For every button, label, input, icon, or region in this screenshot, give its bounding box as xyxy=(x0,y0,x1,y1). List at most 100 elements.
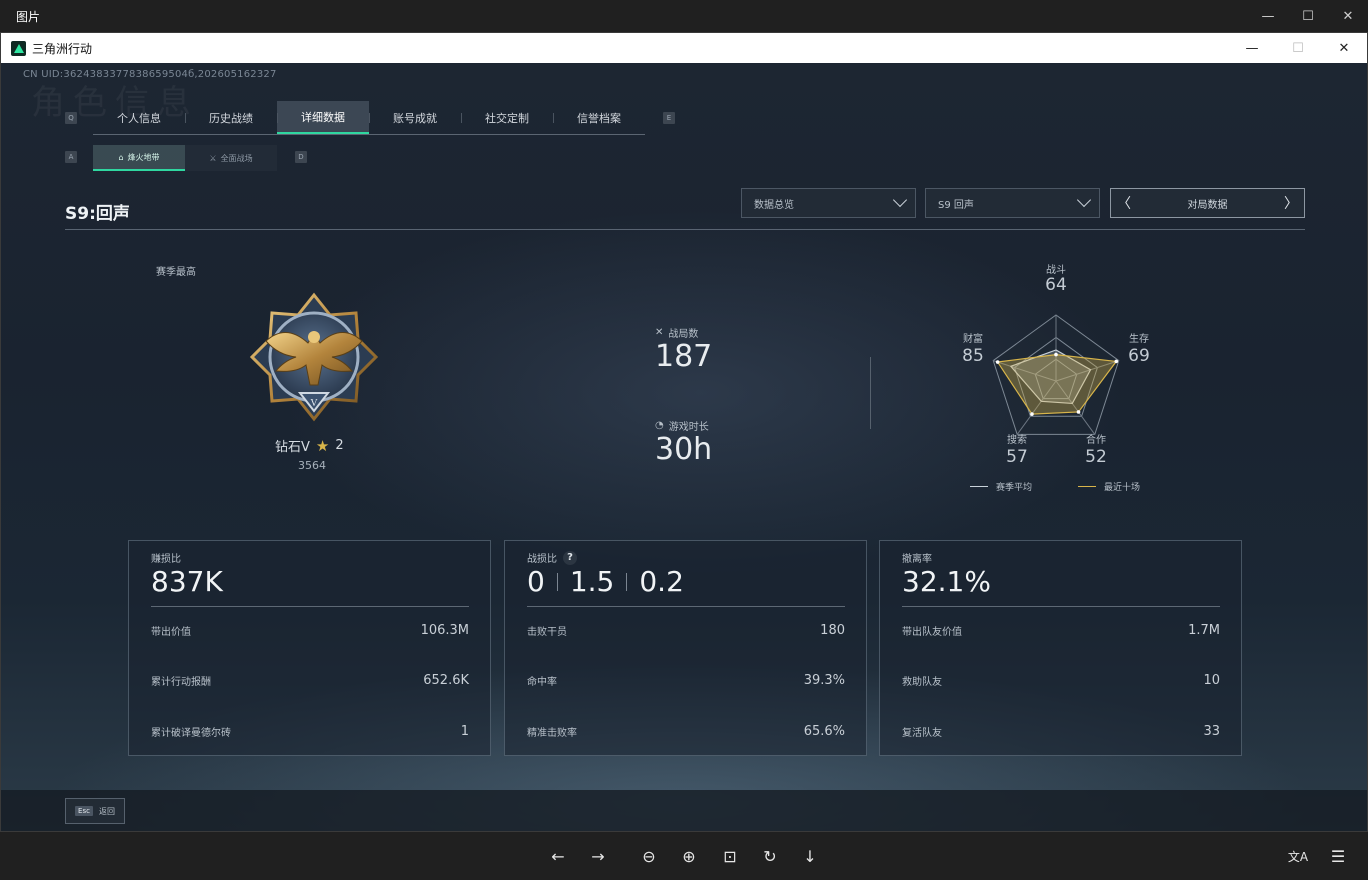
season-title: S9:回声 xyxy=(65,204,130,224)
viewer-maximize-button[interactable]: ☐ xyxy=(1288,0,1328,32)
svg-text:V: V xyxy=(310,398,318,409)
subtab-next-key-hint[interactable]: D xyxy=(295,151,307,163)
subtab-prev-key-hint[interactable]: A xyxy=(65,151,77,163)
card-row-label: 累计破译曼德尔砖 xyxy=(151,728,231,739)
viewer-window-controls: — ☐ ✕ xyxy=(1248,0,1368,32)
viewer-close-button[interactable]: ✕ xyxy=(1328,0,1368,32)
download-icon[interactable]: ↓ xyxy=(798,844,822,868)
map-icon: ⌂ xyxy=(118,152,124,162)
tab-2[interactable]: 详细数据 xyxy=(277,101,369,134)
rotate-icon[interactable]: ↻ xyxy=(758,844,782,868)
card-big-value: 32.1% xyxy=(902,565,991,598)
subtab-0[interactable]: ⌂ 烽火地带 xyxy=(93,145,185,171)
tab-1[interactable]: 历史战绩 xyxy=(185,101,277,134)
radar-point xyxy=(1030,412,1034,416)
card-row: 复活队友 33 xyxy=(902,724,1220,739)
previous-arrow-icon[interactable]: ← xyxy=(546,844,570,868)
radar-value-wealth: 85 xyxy=(962,346,984,366)
stat-card: 战损比? 0 1.5 0.2 击败干员 180 命中率 39.3% 精准击败率 65.6% xyxy=(504,540,867,756)
viewer-toolbar: ← → ⊖ ⊕ ⊡ ↻ ↓ 文A ☰ xyxy=(0,832,1368,880)
card-main-value: 837K xyxy=(151,565,223,598)
rank-name: 钻石V ★ 2 xyxy=(275,436,344,456)
battlefield-icon: ⚔ xyxy=(209,153,217,163)
zoom-out-icon[interactable]: ⊖ xyxy=(637,844,661,868)
card-row: 击败干员 180 xyxy=(527,623,845,638)
card-row-label: 击败干员 xyxy=(527,627,567,638)
app-close-button[interactable]: ✕ xyxy=(1321,33,1367,63)
card-row: 救助队友 10 xyxy=(902,673,1220,688)
legend-label: 赛季平均 xyxy=(996,483,1033,493)
viewer-minimize-button[interactable]: — xyxy=(1248,0,1288,32)
rank-score: 3564 xyxy=(298,459,326,472)
app-window-controls: — ☐ ✕ xyxy=(1229,33,1367,63)
subtab-label: 全面战场 xyxy=(220,153,253,163)
card-row-value: 1.7M xyxy=(1188,623,1220,638)
card-row-label: 累计行动报酬 xyxy=(151,677,211,688)
translate-icon[interactable]: 文A xyxy=(1286,844,1310,868)
radar-label-teamwork: 合作 xyxy=(1086,435,1106,446)
tab-3[interactable]: 账号成就 xyxy=(369,101,461,134)
app-window: 三角洲行动 — ☐ ✕ 角色信息 CN UID:3624383377838659… xyxy=(0,32,1368,832)
tab-0[interactable]: 个人信息 xyxy=(93,101,185,134)
chevron-left-icon[interactable]: 〈 xyxy=(1113,189,1135,217)
matches-stat: ✕ 战局数 187 xyxy=(655,325,712,374)
app-logo-icon xyxy=(11,40,26,56)
radar-point xyxy=(1076,410,1081,414)
card-title-label: 赚损比 xyxy=(151,554,181,565)
help-icon[interactable]: ? xyxy=(563,550,577,565)
chevron-right-icon[interactable]: 〉 xyxy=(1280,189,1302,217)
text-recognition-icon[interactable]: ☰ xyxy=(1326,844,1350,868)
tab-next-key-hint[interactable]: E xyxy=(663,112,675,124)
card-big-value: 0 xyxy=(527,565,545,598)
card-divider xyxy=(527,606,845,607)
back-label: 返回 xyxy=(98,806,115,816)
card-big-value: 1.5 xyxy=(569,565,615,598)
card-big-value: 0.2 xyxy=(639,565,684,598)
season-divider xyxy=(65,229,1305,230)
card-row-label: 命中率 xyxy=(527,677,557,688)
next-arrow-icon[interactable]: → xyxy=(586,844,610,868)
rank-badge-icon: V xyxy=(249,292,379,422)
radar-value-survival: 69 xyxy=(1128,346,1150,366)
data-overview-dropdown[interactable]: 数据总览 xyxy=(741,188,916,218)
legend-swatch xyxy=(970,486,988,487)
tab-4[interactable]: 社交定制 xyxy=(461,101,553,134)
esc-key-hint: Esc xyxy=(75,806,93,816)
playtime-value: 30h xyxy=(655,432,713,467)
card-title-label: 撤离率 xyxy=(902,554,932,565)
legend-swatch xyxy=(1078,486,1096,487)
tab-prev-key-hint[interactable]: Q xyxy=(65,112,77,124)
playtime-label: 游戏时长 xyxy=(668,422,709,433)
season-dropdown[interactable]: S9 回声 xyxy=(925,188,1100,218)
data-overview-dropdown-value: 数据总览 xyxy=(754,199,794,211)
card-row-label: 复活队友 xyxy=(902,728,942,739)
game-screen: 角色信息 CN UID:3624383377838659504б,2026051… xyxy=(1,63,1367,831)
legend-season-average: 赛季平均 xyxy=(970,480,1032,493)
stat-card: 赚损比 837K 带出价值 106.3M 累计行动报酬 652.6K 累计破译曼德尔砖 1 xyxy=(128,540,491,756)
radar-label-search: 搜索 xyxy=(1007,435,1027,446)
app-maximize-button[interactable]: ☐ xyxy=(1275,33,1321,63)
fit-screen-icon[interactable]: ⊡ xyxy=(718,844,742,868)
card-row-value: 33 xyxy=(1203,724,1220,739)
rank-title: 钻石V xyxy=(275,440,310,455)
app-minimize-button[interactable]: — xyxy=(1229,33,1275,63)
value-separator xyxy=(626,572,628,591)
radar-value-search: 57 xyxy=(1006,447,1028,467)
value-separator xyxy=(556,572,558,591)
subtab-1[interactable]: ⚔ 全面战场 xyxy=(185,145,277,171)
star-icon: ★ xyxy=(315,436,330,455)
card-row-value: 65.6% xyxy=(803,724,845,739)
radar-point xyxy=(1114,359,1119,364)
app-title: 三角洲行动 xyxy=(32,41,93,56)
back-button[interactable]: Esc 返回 xyxy=(65,798,125,824)
zoom-in-icon[interactable]: ⊕ xyxy=(677,844,701,868)
card-row: 命中率 39.3% xyxy=(527,673,845,688)
match-data-pager: 〈 对局数据 〉 xyxy=(1110,188,1305,218)
radar-point xyxy=(1054,352,1058,357)
card-row-value: 180 xyxy=(820,623,845,638)
card-main-value: 0 1.5 0.2 xyxy=(527,565,684,598)
card-title: 撤离率 xyxy=(902,550,932,565)
tab-5[interactable]: 信誉档案 xyxy=(553,101,645,134)
radar-label-survival: 生存 xyxy=(1129,334,1149,345)
radar-point xyxy=(995,360,1000,364)
